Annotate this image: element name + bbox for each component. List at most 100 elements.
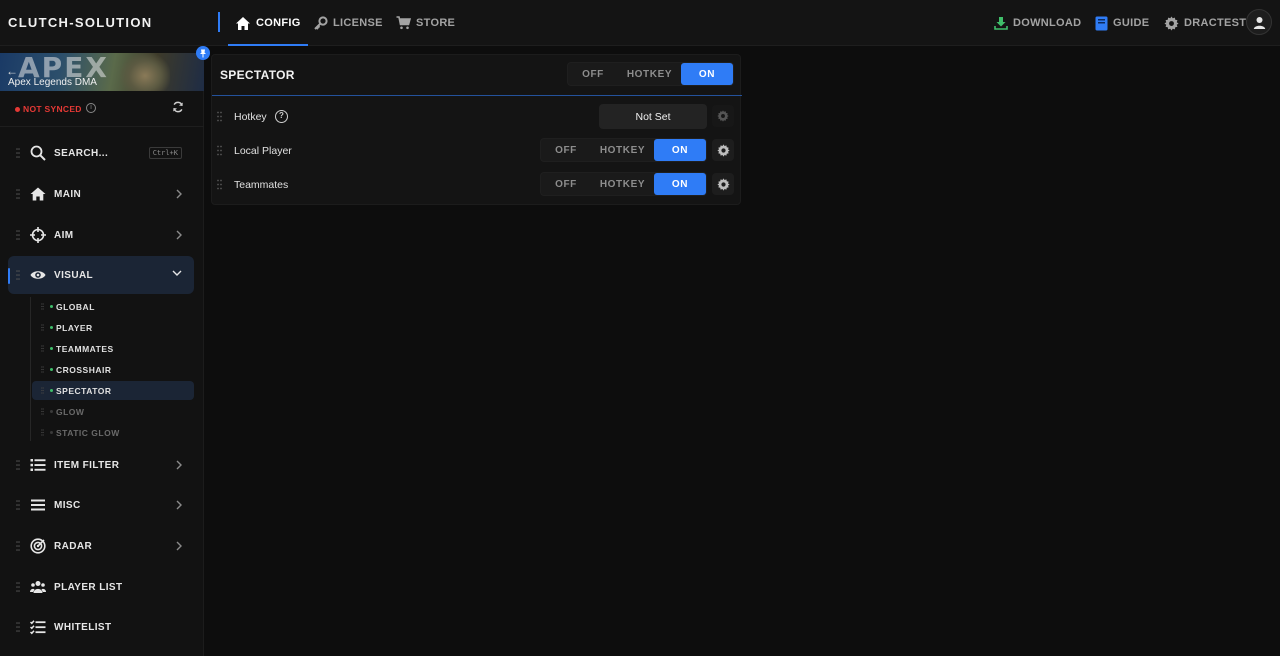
panel-title: SPECTATOR <box>220 68 295 82</box>
drag-handle-icon[interactable] <box>217 111 222 122</box>
back-arrow-icon[interactable]: ← <box>6 64 18 78</box>
guide-button[interactable]: GUIDE <box>1095 0 1149 46</box>
refresh-icon[interactable] <box>172 101 184 113</box>
disabled-indicator <box>50 431 53 434</box>
user-settings-button[interactable]: DRACTEST <box>1164 0 1246 46</box>
search-shortcut: Ctrl+K <box>148 147 182 159</box>
sidebar-item-label: RADAR <box>54 540 93 552</box>
teammates-off-option[interactable]: OFF <box>541 173 591 195</box>
sidebar-search[interactable]: SEARCH... Ctrl+K <box>8 134 194 172</box>
local-player-settings-button[interactable] <box>712 139 734 161</box>
gear-icon <box>716 177 730 191</box>
drag-handle-icon[interactable] <box>41 303 44 310</box>
key-icon <box>314 15 328 30</box>
sidebar-item-whitelist[interactable]: WHITELIST <box>8 608 194 646</box>
game-name: Apex Legends DMA <box>8 77 97 88</box>
mode-hotkey-option[interactable]: HOTKEY <box>618 63 681 85</box>
sidebar-subitem-spectator[interactable]: SPECTATOR <box>32 381 194 400</box>
game-banner[interactable]: APEX ← Apex Legends DMA <box>0 53 204 91</box>
sidebar-item-label: WHITELIST <box>54 621 112 633</box>
drag-handle-icon[interactable] <box>16 188 20 200</box>
teammates-settings-button[interactable] <box>712 173 734 195</box>
tab-license-label: LICENSE <box>333 17 383 29</box>
mode-on-option[interactable]: ON <box>681 63 733 85</box>
setting-row-local-player: Local Player OFF HOTKEY ON <box>212 134 742 168</box>
banner-artwork <box>120 53 170 91</box>
sidebar-item-misc[interactable]: MISC <box>8 486 194 524</box>
sidebar-item-visual[interactable]: VISUAL <box>8 256 194 294</box>
search-icon <box>30 145 46 161</box>
sidebar-item-label: ITEM FILTER <box>54 459 120 471</box>
hotkey-settings-button[interactable] <box>712 105 734 127</box>
sidebar-subitem-global[interactable]: GLOBAL <box>32 297 194 316</box>
local-player-hotkey-option[interactable]: HOTKEY <box>591 139 654 161</box>
sidebar-item-radar[interactable]: RADAR <box>8 527 194 565</box>
search-label: SEARCH... <box>54 147 109 159</box>
tab-config-label: CONFIG <box>256 17 301 29</box>
tab-config[interactable]: CONFIG <box>228 0 308 46</box>
guide-label: GUIDE <box>1113 17 1150 29</box>
spectator-mode-toggle[interactable]: OFF HOTKEY ON <box>567 62 734 86</box>
local-player-toggle[interactable]: OFF HOTKEY ON <box>540 138 707 162</box>
teammates-hotkey-option[interactable]: HOTKEY <box>591 173 654 195</box>
teammates-toggle[interactable]: OFF HOTKEY ON <box>540 172 707 196</box>
drag-handle-icon[interactable] <box>41 366 44 373</box>
drag-handle-icon[interactable] <box>16 269 20 281</box>
sidebar-item-label: PLAYER LIST <box>54 581 123 593</box>
sidebar-item-label: VISUAL <box>54 269 94 281</box>
drag-handle-icon[interactable] <box>16 459 20 471</box>
sync-status: NOT SYNCED i <box>0 100 204 118</box>
subitem-label: STATIC GLOW <box>56 428 120 438</box>
chevron-right-icon <box>176 230 182 240</box>
sidebar-item-main[interactable]: MAIN <box>8 175 194 213</box>
drag-handle-icon[interactable] <box>217 179 222 190</box>
enabled-indicator <box>50 368 53 371</box>
submenu-guide-line <box>30 297 31 441</box>
sidebar-subitem-player[interactable]: PLAYER <box>32 318 194 337</box>
sidebar-subitem-crosshair[interactable]: CROSSHAIR <box>32 360 194 379</box>
chevron-right-icon <box>176 460 182 470</box>
subitem-label: GLOW <box>56 407 85 417</box>
teammates-on-option[interactable]: ON <box>654 173 706 195</box>
drag-handle-icon[interactable] <box>41 387 44 394</box>
panel-header: SPECTATOR OFF HOTKEY ON <box>212 55 742 96</box>
local-player-off-option[interactable]: OFF <box>541 139 591 161</box>
drag-handle-icon[interactable] <box>41 429 44 436</box>
tab-license[interactable]: LICENSE <box>313 0 383 46</box>
tab-store[interactable]: STORE <box>396 0 455 46</box>
sidebar-divider <box>0 126 204 127</box>
checklist-icon <box>30 620 46 635</box>
sidebar-item-player-list[interactable]: PLAYER LIST <box>8 568 194 606</box>
drag-handle-icon[interactable] <box>41 408 44 415</box>
sidebar-subitem-teammates[interactable]: TEAMMATES <box>32 339 194 358</box>
info-icon[interactable]: i <box>86 103 96 113</box>
cart-icon <box>396 16 411 30</box>
chevron-right-icon <box>176 189 182 199</box>
hotkey-bind-button[interactable]: Not Set <box>599 104 707 129</box>
sidebar-item-item-filter[interactable]: ITEM FILTER <box>8 446 194 484</box>
pin-icon <box>200 49 206 57</box>
local-player-on-option[interactable]: ON <box>654 139 706 161</box>
drag-handle-icon[interactable] <box>16 147 20 159</box>
drag-handle-icon[interactable] <box>16 581 20 593</box>
drag-handle-icon[interactable] <box>16 621 20 633</box>
avatar[interactable] <box>1246 9 1272 35</box>
help-icon[interactable]: ? <box>275 110 288 123</box>
drag-handle-icon[interactable] <box>16 499 20 511</box>
crosshair-icon <box>30 227 46 243</box>
download-button[interactable]: DOWNLOAD <box>994 0 1081 46</box>
drag-handle-icon[interactable] <box>217 145 222 156</box>
download-label: DOWNLOAD <box>1013 17 1082 29</box>
sidebar-subitem-glow[interactable]: GLOW <box>32 402 194 421</box>
drag-handle-icon[interactable] <box>16 540 20 552</box>
mode-off-option[interactable]: OFF <box>568 63 618 85</box>
sidebar-item-aim[interactable]: AIM <box>8 216 194 254</box>
disabled-indicator <box>50 410 53 413</box>
pin-button[interactable] <box>196 46 210 60</box>
drag-handle-icon[interactable] <box>16 229 20 241</box>
username-label: DRACTEST <box>1184 17 1247 29</box>
gear-icon <box>1164 15 1179 31</box>
drag-handle-icon[interactable] <box>41 324 44 331</box>
sidebar-subitem-static-glow[interactable]: STATIC GLOW <box>32 423 194 442</box>
drag-handle-icon[interactable] <box>41 345 44 352</box>
